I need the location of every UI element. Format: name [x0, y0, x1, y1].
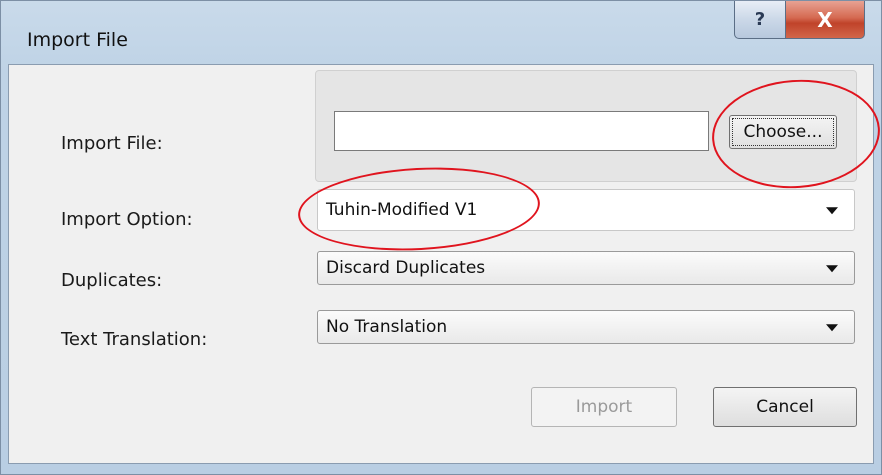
- help-button[interactable]: ?: [734, 1, 786, 39]
- chevron-down-icon: [826, 324, 838, 332]
- cancel-button[interactable]: Cancel: [713, 387, 857, 427]
- import-file-input[interactable]: [334, 111, 709, 151]
- choose-button[interactable]: Choose...: [729, 115, 837, 149]
- text-translation-value: No Translation: [326, 317, 448, 337]
- import-button[interactable]: Import: [531, 387, 677, 427]
- import-option-value: Tuhin-Modified V1: [326, 200, 478, 220]
- duplicates-label: Duplicates:: [61, 270, 163, 291]
- import-option-select[interactable]: Tuhin-Modified V1: [317, 189, 855, 231]
- import-file-label: Import File:: [61, 133, 163, 154]
- text-translation-select[interactable]: No Translation: [317, 310, 855, 344]
- chevron-down-icon: [826, 265, 838, 273]
- close-icon: X: [817, 7, 833, 32]
- question-mark-icon: ?: [754, 9, 766, 30]
- chevron-down-icon: [826, 207, 838, 215]
- duplicates-value: Discard Duplicates: [326, 258, 486, 278]
- dialog-client-area: Import File: Choose... Import Option: Tu…: [8, 64, 874, 464]
- close-button[interactable]: X: [785, 1, 865, 39]
- import-option-label: Import Option:: [61, 209, 193, 230]
- text-translation-label: Text Translation:: [61, 329, 208, 350]
- window-title: Import File: [27, 29, 128, 51]
- duplicates-select[interactable]: Discard Duplicates: [317, 251, 855, 285]
